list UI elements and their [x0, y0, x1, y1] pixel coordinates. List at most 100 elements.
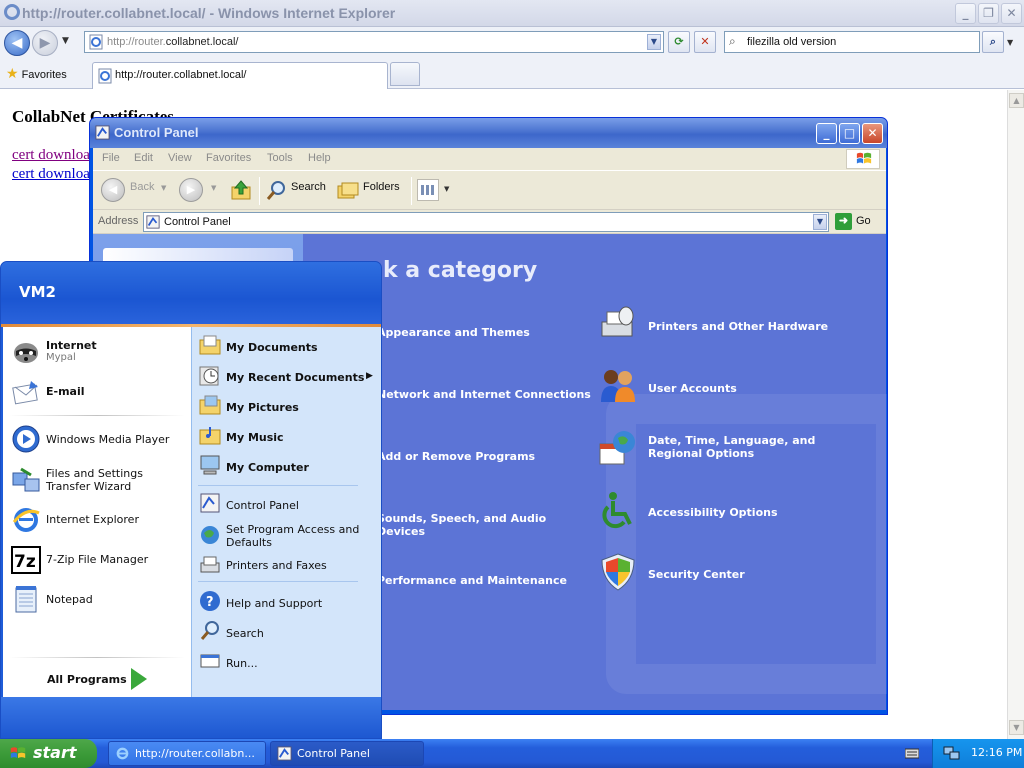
taskbar-item-control-panel[interactable]: Control Panel [270, 741, 424, 766]
up-folder-icon[interactable] [230, 179, 252, 201]
start-item-email[interactable]: E-mail [46, 385, 85, 398]
cp-title: Control Panel [114, 125, 199, 140]
cp-address-dropdown-button[interactable]: ▼ [813, 214, 827, 230]
start-item-run[interactable]: Run... [226, 657, 258, 670]
run-icon [200, 654, 220, 668]
views-dropdown-icon[interactable]: ▼ [444, 185, 449, 193]
tab-active[interactable]: http://router.collabnet.local/ [92, 62, 388, 89]
menu-tools[interactable]: Tools [267, 152, 293, 164]
cp-minimize-button[interactable]: _ [816, 123, 837, 144]
scroll-up-icon[interactable]: ▲ [1009, 93, 1024, 108]
start-item-media-player[interactable]: Windows Media Player [46, 433, 169, 446]
back-dropdown-icon[interactable]: ▼ [161, 184, 166, 192]
raccoon-browser-icon [14, 343, 38, 363]
vertical-scrollbar[interactable]: ▲ ▼ [1007, 90, 1024, 740]
go-button[interactable]: ➜ Go [835, 213, 871, 230]
start-item-program-access[interactable]: Set Program Access and Defaults [226, 523, 376, 549]
start-item-notepad[interactable]: Notepad [46, 593, 93, 606]
control-panel-icon [95, 125, 110, 140]
search-button[interactable]: ⌕ [982, 31, 1004, 53]
folders-icon[interactable] [337, 181, 359, 201]
all-programs-button[interactable]: All Programs [47, 673, 127, 686]
start-item-control-panel[interactable]: Control Panel [226, 499, 299, 512]
category-accessibility[interactable]: Accessibility Options [598, 490, 878, 534]
start-item-7zip[interactable]: 7-Zip File Manager [46, 553, 148, 566]
network-icon[interactable] [943, 745, 961, 762]
page-icon [89, 34, 103, 50]
submenu-arrow-icon: ▶ [366, 371, 373, 381]
svg-text:?: ? [206, 595, 214, 610]
ie-window-title: http://router.collabnet.local/ - Windows… [22, 5, 396, 21]
minimize-button[interactable]: _ [955, 3, 976, 24]
category-user-accounts[interactable]: User Accounts [598, 366, 878, 410]
folders-button[interactable]: Folders [363, 181, 400, 193]
keyboard-icon[interactable] [905, 747, 919, 759]
start-menu-places: My Documents My Recent Documents ▶ My Pi… [191, 327, 381, 697]
maximize-button[interactable]: ❐ [978, 3, 999, 24]
address-dropdown-button[interactable]: ▼ [647, 34, 661, 50]
history-dropdown-icon[interactable]: ▼ [62, 36, 69, 46]
printer-icon [601, 306, 634, 337]
forward-icon[interactable]: ▶ [32, 30, 58, 56]
ie-titlebar[interactable]: http://router.collabnet.local/ - Windows… [0, 0, 1024, 27]
start-item-my-computer[interactable]: My Computer [226, 461, 309, 474]
clock[interactable]: 12:16 PM [971, 746, 1022, 759]
users-icon [601, 370, 635, 402]
menu-view[interactable]: View [168, 152, 192, 164]
stop-icon[interactable]: ✕ [694, 31, 716, 53]
start-item-internet-explorer[interactable]: Internet Explorer [46, 513, 139, 526]
scroll-down-icon[interactable]: ▼ [1009, 720, 1024, 735]
taskbar-item-ie[interactable]: http://router.collabn... [108, 741, 266, 766]
start-item-my-pictures[interactable]: My Pictures [226, 401, 299, 414]
start-item-my-documents[interactable]: My Documents [226, 341, 318, 354]
start-item-search[interactable]: Search [226, 627, 264, 640]
search-options-icon[interactable]: ▼ [1007, 38, 1013, 47]
cp-titlebar[interactable]: Control Panel _ □ ✕ [90, 118, 887, 148]
menu-file[interactable]: File [102, 152, 120, 164]
search-icon [200, 621, 219, 640]
address-bar[interactable]: http://router.collabnet.local/ ▼ [84, 31, 664, 53]
refresh-icon[interactable]: ⟳ [668, 31, 690, 53]
cert-download-link-1[interactable]: cert downloa [12, 147, 90, 164]
views-icon[interactable] [417, 179, 439, 201]
category-security-center[interactable]: Security Center [598, 552, 878, 596]
search-button[interactable]: Search [291, 181, 326, 193]
start-item-internet[interactable]: Internet Mypal [46, 339, 97, 363]
menu-help[interactable]: Help [308, 152, 331, 164]
recent-documents-icon [199, 366, 219, 386]
start-item-my-music[interactable]: My Music [226, 431, 284, 444]
forward-icon[interactable]: ▶ [179, 178, 203, 202]
favorites-button[interactable]: ★ Favorites [6, 65, 67, 82]
category-heading: k a category [383, 258, 538, 283]
seven-zip-icon: 7z [11, 546, 41, 574]
start-menu-programs: Internet Mypal E-mail Windows Media Play… [3, 327, 191, 697]
all-programs-arrow-icon[interactable] [131, 668, 147, 690]
menu-favorites[interactable]: Favorites [206, 152, 251, 164]
start-item-printers-faxes[interactable]: Printers and Faxes [226, 559, 327, 572]
forward-dropdown-icon[interactable]: ▼ [211, 184, 216, 192]
cp-address-input[interactable]: Control Panel ▼ [143, 212, 829, 232]
start-item-transfer-wizard[interactable]: Files and Settings Transfer Wizard [46, 467, 186, 493]
start-item-my-recent-documents[interactable]: My Recent Documents [226, 371, 364, 384]
start-button[interactable]: start [0, 739, 97, 768]
cp-close-button[interactable]: ✕ [862, 123, 883, 144]
back-icon[interactable]: ◀ [101, 178, 125, 202]
star-icon: ★ [6, 65, 19, 81]
category-date-time-language[interactable]: Date, Time, Language, and Regional Optio… [598, 428, 878, 472]
my-computer-icon [200, 455, 220, 475]
search-input[interactable]: ⌕ filezilla old version [724, 31, 980, 53]
new-tab-button[interactable] [390, 62, 420, 86]
cp-maximize-button[interactable]: □ [839, 123, 860, 144]
category-printers-hardware[interactable]: Printers and Other Hardware [598, 304, 878, 348]
menu-edit[interactable]: Edit [134, 152, 153, 164]
cert-download-link-2[interactable]: cert downloa [12, 166, 90, 183]
svg-text:7z: 7z [14, 552, 36, 572]
search-icon[interactable] [265, 180, 287, 202]
close-button[interactable]: ✕ [1001, 3, 1022, 24]
email-icon [12, 381, 38, 405]
start-item-help-support[interactable]: Help and Support [226, 597, 322, 610]
back-button[interactable]: Back [130, 181, 154, 193]
back-icon[interactable]: ◀ [4, 30, 30, 56]
windows-flag-icon [846, 149, 880, 169]
address-text: http://router.collabnet.local/ [107, 36, 239, 48]
